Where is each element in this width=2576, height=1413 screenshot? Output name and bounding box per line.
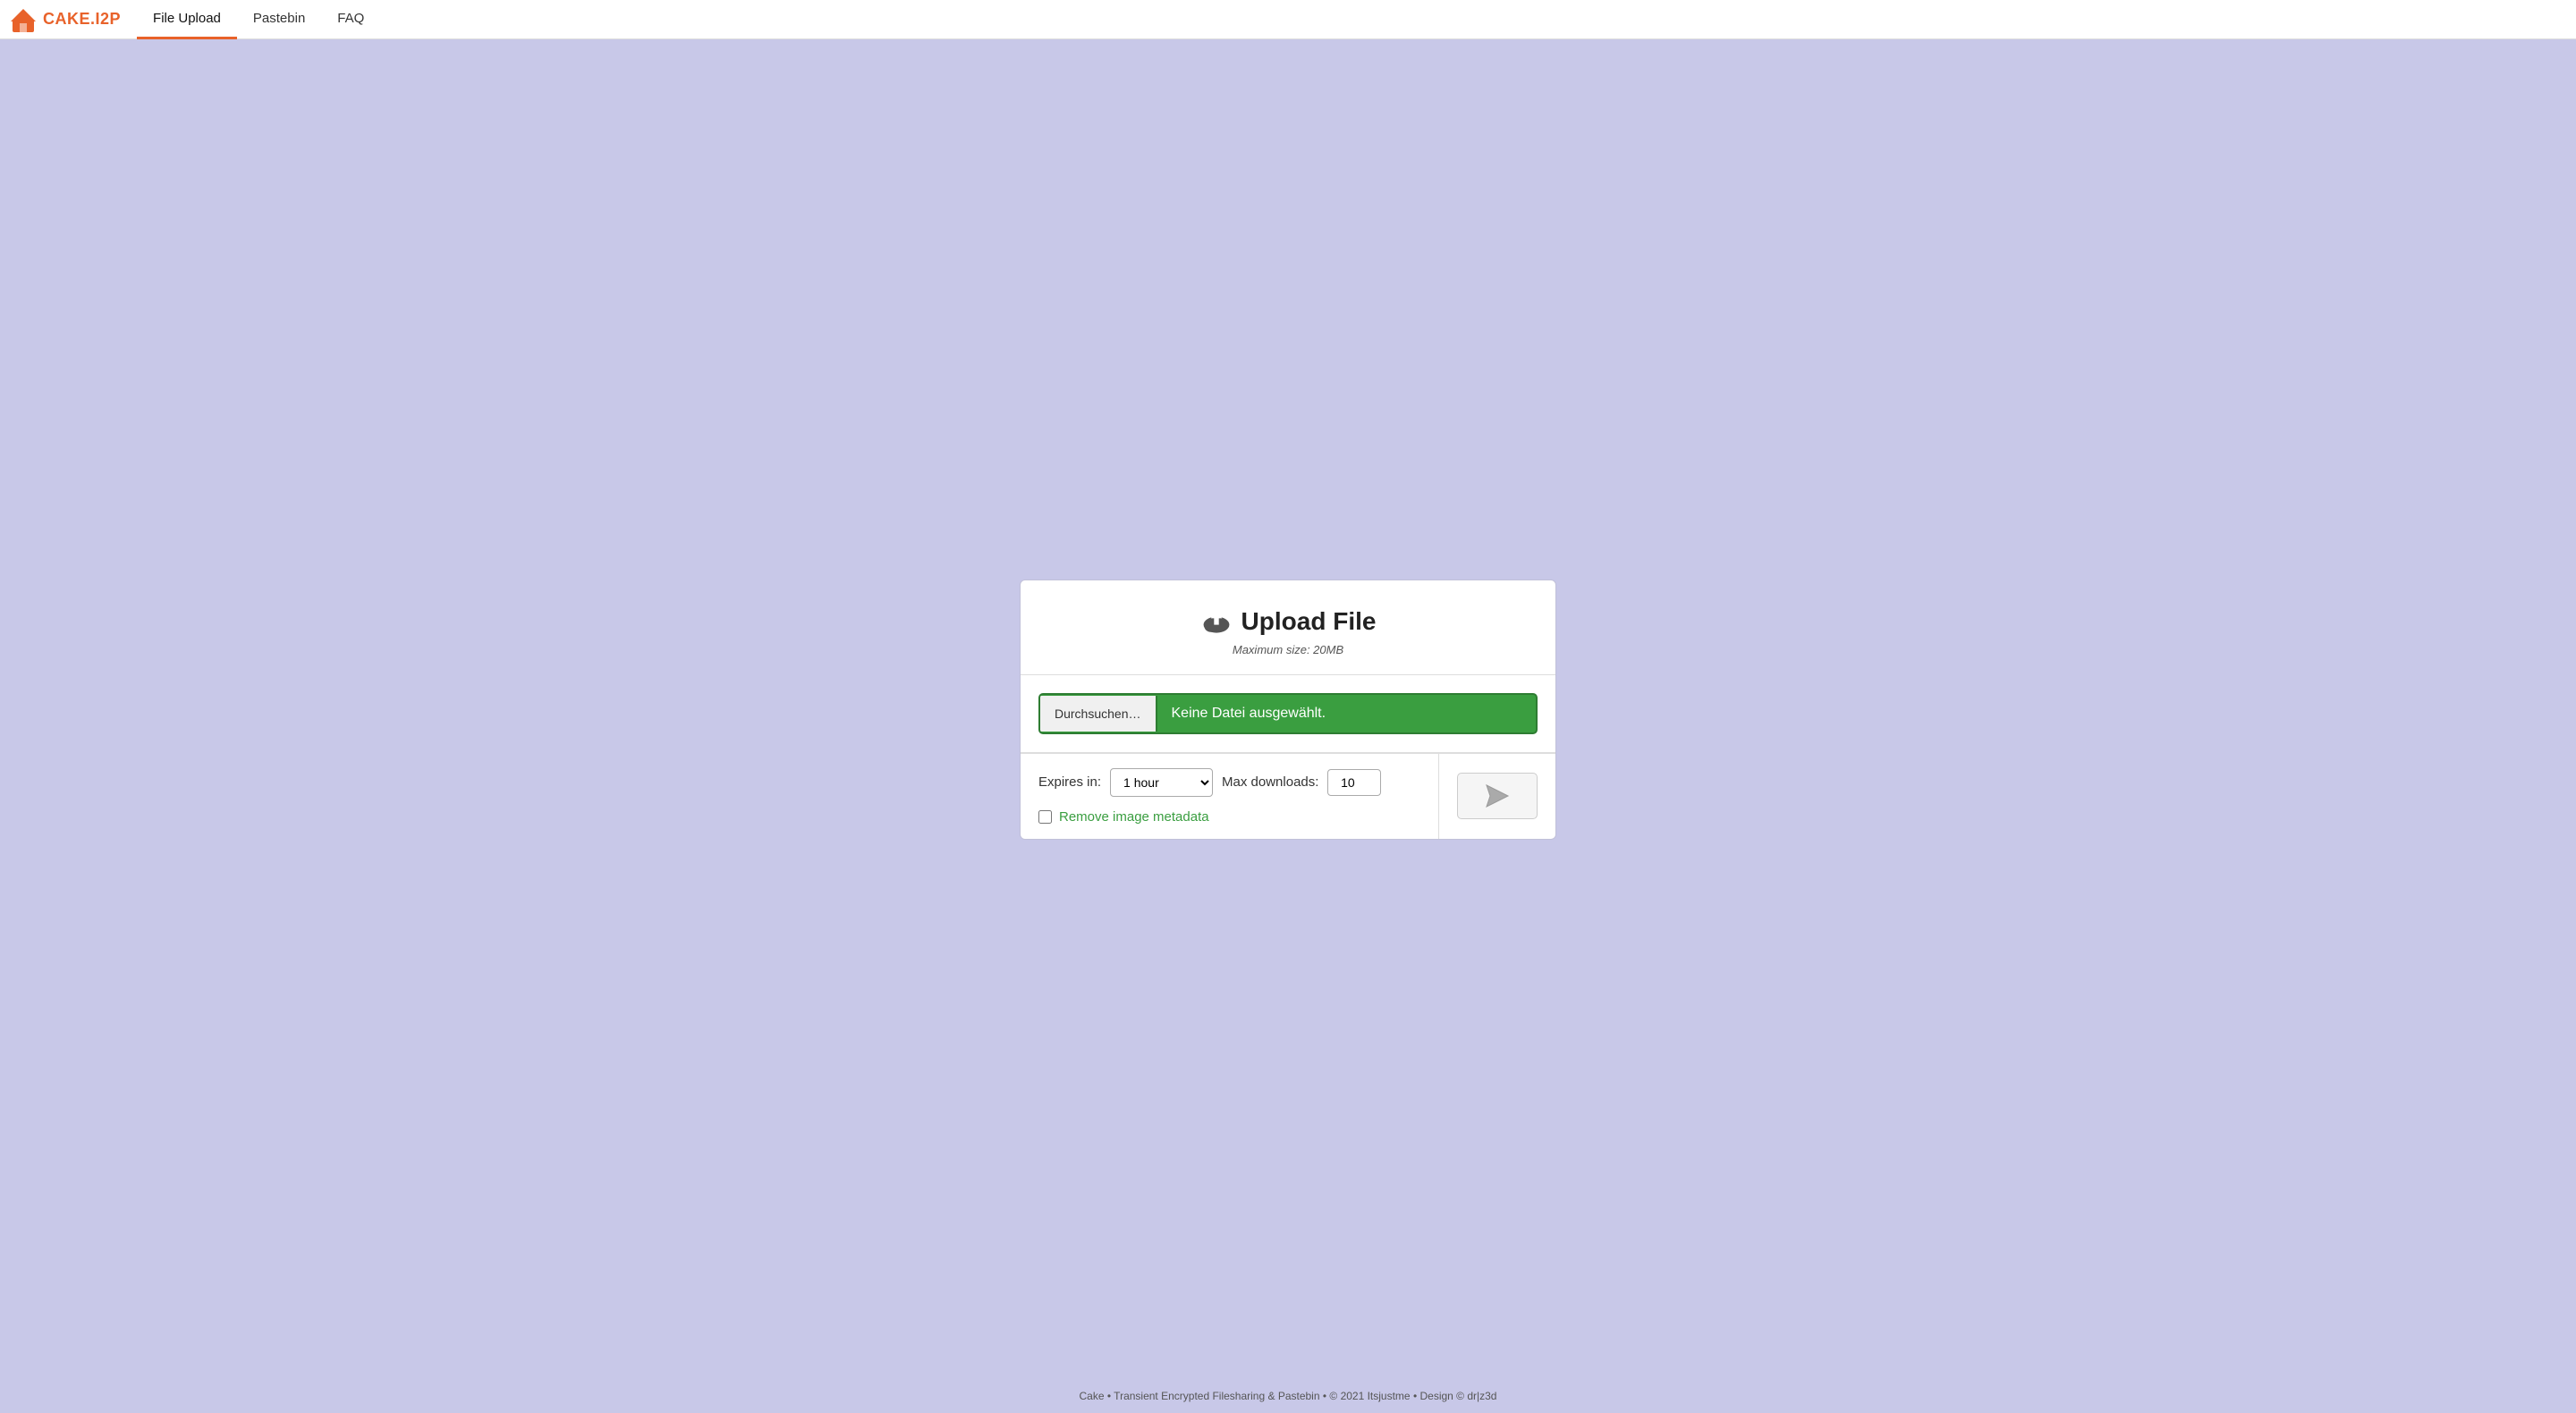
upload-options-left: Expires in: 1 hour6 hours12 hours1 day1 … [1021, 754, 1439, 839]
footer: Cake • Transient Encrypted Filesharing &… [0, 1379, 2576, 1413]
upload-title-row: Upload File [1038, 605, 1538, 638]
max-downloads-input[interactable] [1327, 769, 1381, 796]
max-downloads-label: Max downloads: [1222, 774, 1318, 790]
upload-subtitle: Maximum size: 20MB [1038, 643, 1538, 656]
expires-select[interactable]: 1 hour6 hours12 hours1 day1 week [1110, 768, 1213, 797]
nav-pastebin[interactable]: Pastebin [237, 0, 321, 39]
metadata-label[interactable]: Remove image metadata [1059, 809, 1209, 825]
file-input-wrapper: Durchsuchen… Keine Datei ausgewählt. [1038, 693, 1538, 734]
logo[interactable]: CAKE.I2P [9, 5, 121, 34]
metadata-checkbox[interactable] [1038, 810, 1052, 824]
file-input-area: Durchsuchen… Keine Datei ausgewählt. [1021, 675, 1555, 753]
browse-button[interactable]: Durchsuchen… [1040, 696, 1157, 732]
upload-card: Upload File Maximum size: 20MB Durchsuch… [1020, 580, 1556, 840]
cloud-upload-icon [1200, 605, 1233, 638]
expires-label: Expires in: [1038, 774, 1101, 790]
upload-header: Upload File Maximum size: 20MB [1021, 580, 1555, 675]
upload-options-right [1439, 754, 1555, 839]
metadata-row: Remove image metadata [1038, 809, 1420, 825]
nav-links: File Upload Pastebin FAQ [137, 0, 380, 38]
send-icon [1485, 783, 1510, 808]
navbar: CAKE.I2P File Upload Pastebin FAQ [0, 0, 2576, 39]
cake-logo-icon [9, 5, 38, 34]
upload-options: Expires in: 1 hour6 hours12 hours1 day1 … [1021, 753, 1555, 839]
expires-row: Expires in: 1 hour6 hours12 hours1 day1 … [1038, 768, 1420, 797]
main-content: Upload File Maximum size: 20MB Durchsuch… [0, 39, 2576, 1379]
upload-title: Upload File [1241, 607, 1377, 636]
submit-button[interactable] [1457, 773, 1538, 819]
nav-file-upload[interactable]: File Upload [137, 0, 237, 39]
nav-faq[interactable]: FAQ [321, 0, 380, 39]
footer-text: Cake • Transient Encrypted Filesharing &… [1080, 1390, 1497, 1402]
logo-text: CAKE.I2P [43, 10, 121, 29]
file-name-label: Keine Datei ausgewählt. [1157, 695, 1537, 732]
